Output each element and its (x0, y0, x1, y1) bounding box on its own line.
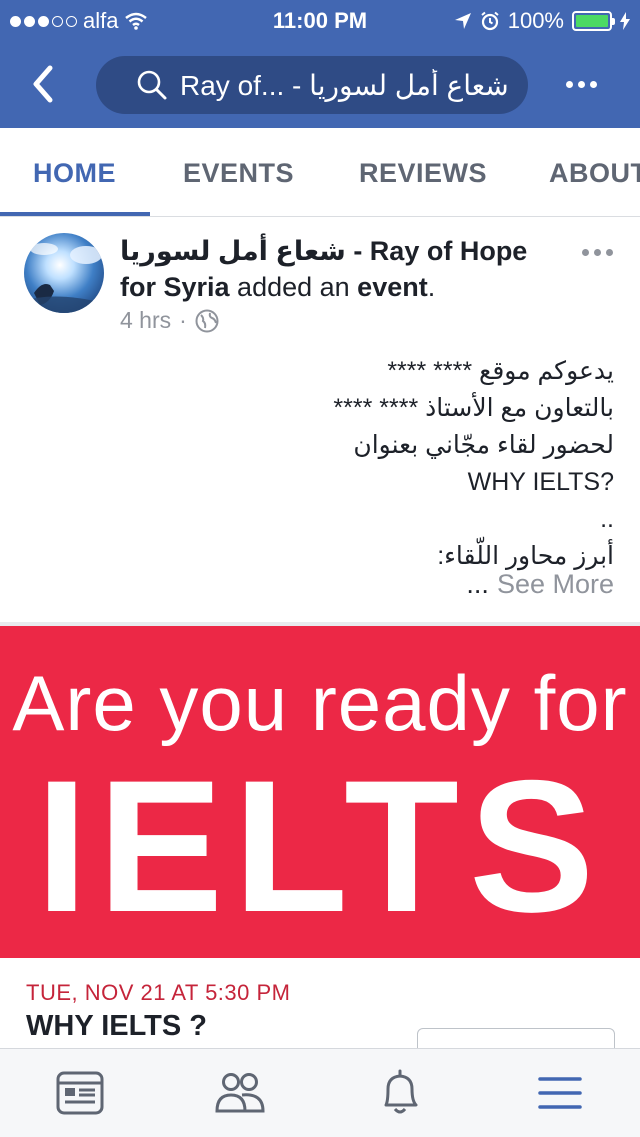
see-more-link[interactable]: See More (497, 569, 614, 599)
post-line: لحضور لقاء مجّاني بعنوان (353, 431, 614, 459)
page-tabs: HOME EVENTS REVIEWS ABOUT (0, 128, 640, 217)
tab-home[interactable]: HOME (33, 158, 116, 189)
search-text: Ray of... - شعاع أمل لسوريا (180, 69, 509, 101)
event-cover-image[interactable]: Are you ready for IELTS (0, 626, 640, 958)
active-tab-indicator (0, 212, 150, 216)
battery-icon (572, 11, 615, 31)
alarm-icon (481, 11, 499, 31)
chevron-left-icon[interactable] (26, 62, 60, 106)
event-title[interactable]: WHY IELTS ? (26, 1010, 207, 1043)
bottom-tab-bar (0, 1048, 640, 1137)
tab-reviews[interactable]: REVIEWS (359, 158, 487, 189)
post-header: شعاع أمل لسوريا - Ray of Hope for Syria … (120, 233, 560, 305)
search-bar[interactable]: Ray of... - شعاع أمل لسوريا (96, 56, 528, 114)
post-card: شعاع أمل لسوريا - Ray of Hope for Syria … (0, 217, 640, 622)
event-link[interactable]: event (357, 272, 428, 302)
notifications-bell-icon[interactable] (374, 1067, 426, 1119)
menu-icon[interactable] (534, 1067, 586, 1119)
post-line: يدعوكم موقع **** **** (387, 357, 614, 385)
post-line: بالتعاون مع الأستاذ **** **** (333, 394, 614, 422)
battery-percent: 100% (507, 8, 564, 33)
post-line: .. (600, 505, 614, 533)
banner-headline: Are you ready for (12, 659, 628, 747)
post-timestamp[interactable]: 4 hrs (120, 307, 171, 334)
search-icon (137, 70, 167, 100)
ellipsis: ... (466, 569, 489, 599)
avatar[interactable] (24, 233, 104, 313)
globe-icon (195, 309, 219, 332)
post-meta: 4 hrs · (120, 307, 219, 334)
location-arrow-icon (454, 13, 471, 29)
charging-bolt-icon (620, 12, 630, 30)
event-card[interactable]: TUE, NOV 21 AT 5:30 PM WHY IELTS ? (0, 958, 640, 1050)
friends-icon[interactable] (214, 1067, 266, 1119)
news-feed-icon[interactable] (54, 1067, 106, 1119)
event-date: TUE, NOV 21 AT 5:30 PM (26, 980, 291, 1005)
post-body: يدعوكم موقع **** **** بالتعاون مع الأستا… (54, 353, 614, 575)
status-bar: alfa 11:00 PM 100% (0, 0, 640, 40)
more-options-icon[interactable] (566, 74, 606, 94)
post-action-text: added an (229, 272, 358, 302)
tab-events[interactable]: EVENTS (183, 158, 294, 189)
header: alfa 11:00 PM 100% Ray of... - شعاع أمل … (0, 0, 640, 128)
event-interested-button[interactable] (417, 1028, 615, 1050)
banner-ielts: IELTS (35, 741, 605, 951)
separator-dot: · (179, 307, 187, 333)
post-action-end: . (427, 272, 436, 302)
see-more-row: ... See More (466, 569, 614, 600)
status-right: 100% (454, 8, 630, 34)
tab-about[interactable]: ABOUT (549, 158, 640, 189)
post-options-icon[interactable] (582, 249, 613, 256)
post-line: WHY IELTS? (467, 468, 614, 496)
